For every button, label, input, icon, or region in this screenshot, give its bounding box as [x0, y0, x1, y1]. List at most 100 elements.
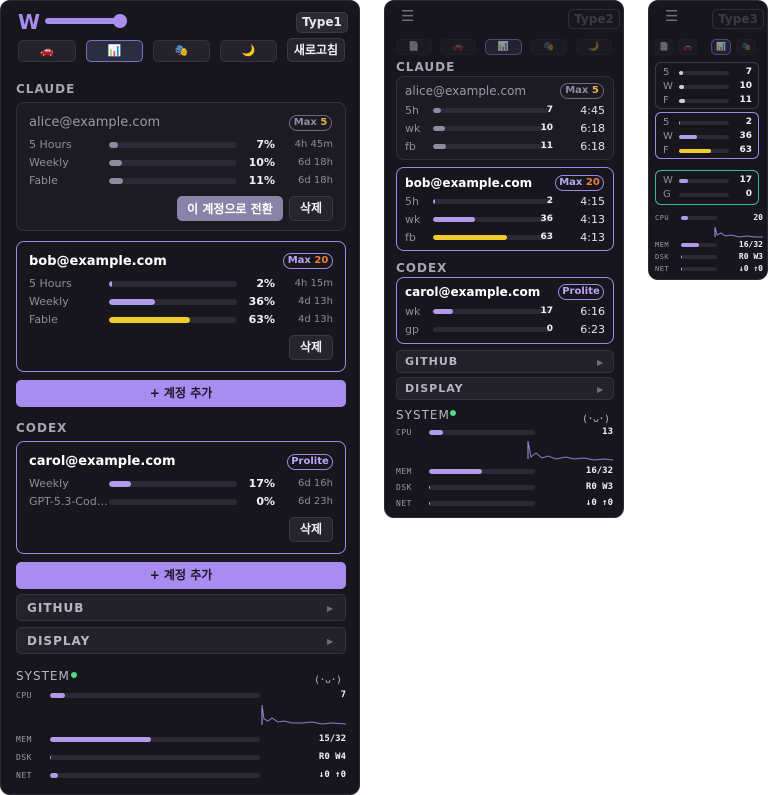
usage-label: gp: [405, 323, 419, 336]
usage-time: 4:13: [580, 213, 605, 226]
usage-bar: [109, 481, 237, 487]
usage-num: 0: [546, 324, 553, 334]
account-card-bob: bob@example.com Max 20 5h 2 4:15 wk 36 4…: [396, 167, 614, 251]
codex-section-title: CODEX: [16, 421, 68, 435]
moon-icon[interactable]: 🌙: [220, 40, 277, 62]
switch-account-button[interactable]: 이 계정으로 전환: [177, 196, 283, 221]
usage-time: 6:18: [580, 140, 605, 153]
mem-label: MEM: [16, 735, 32, 744]
usage-bar: [679, 193, 729, 197]
panel-type3: ☰ Type3 📄 🚗 📊 🎭 5 7 W 10 F 11 5 2 W 36 F…: [648, 0, 768, 280]
usage-label: W: [663, 81, 673, 92]
delete-button[interactable]: 삭제: [289, 517, 333, 542]
account-card-carol: carol@example.com Prolite Weekly 17% 6d …: [16, 441, 346, 554]
file-icon[interactable]: 📄: [655, 39, 673, 55]
usage-label: wk: [405, 305, 421, 318]
usage-label: Fable: [29, 174, 58, 187]
refresh-button[interactable]: 새로고침: [287, 38, 345, 62]
car-icon[interactable]: 🚗: [18, 40, 76, 62]
account-email: carol@example.com: [405, 285, 541, 299]
mem-value: 16/32: [585, 466, 613, 476]
usage-num: 63: [739, 145, 752, 155]
github-section-toggle[interactable]: GITHUB ▶: [16, 594, 346, 621]
net-value: ↓0 ↑0: [585, 498, 613, 508]
usage-label: 5 Hours: [29, 277, 72, 290]
usage-bar: [109, 160, 237, 166]
chart-icon[interactable]: 📊: [711, 39, 731, 55]
display-section-toggle[interactable]: DISPLAY ▶: [16, 627, 346, 654]
usage-reset: 6d 18h: [298, 175, 333, 186]
dsk-label: DSK: [655, 253, 670, 261]
account-email: bob@example.com: [405, 176, 533, 190]
delete-button[interactable]: 삭제: [289, 335, 333, 360]
add-claude-account-button[interactable]: + 계정 추가: [16, 380, 346, 407]
moon-icon[interactable]: 🌙: [576, 39, 612, 55]
plan-badge: Max 20: [283, 253, 333, 269]
dsk-label: DSK: [16, 753, 32, 762]
mem-value: 16/32: [738, 240, 763, 249]
usage-time: 4:13: [580, 231, 605, 244]
chart-icon[interactable]: 📊: [86, 40, 143, 62]
face-emoticon: (･ᴗ･): [582, 414, 611, 425]
slider-thumb[interactable]: [113, 14, 127, 28]
account-email: bob@example.com: [29, 254, 167, 269]
plan-badge: Prolite: [558, 284, 604, 300]
dsk-bar: [429, 485, 535, 490]
display-label: DISPLAY: [27, 634, 91, 648]
triangle-right-icon: ▶: [327, 604, 334, 613]
dsk-value: R0 W4: [318, 752, 346, 762]
usage-bar: [109, 142, 237, 148]
mem-bar: [429, 469, 535, 474]
mini-card-bob[interactable]: 5 2 W 36 F 63: [655, 112, 759, 159]
usage-time: 4:15: [580, 195, 605, 208]
usage-pct: 10%: [248, 156, 275, 169]
mem-label: MEM: [655, 241, 670, 249]
usage-bar: [109, 178, 237, 184]
theater-icon[interactable]: 🎭: [153, 40, 210, 62]
car-icon[interactable]: 🚗: [678, 39, 697, 55]
theater-icon[interactable]: 🎭: [531, 39, 567, 55]
delete-button[interactable]: 삭제: [289, 196, 333, 221]
dsk-bar: [681, 255, 717, 259]
usage-label: F: [663, 95, 669, 106]
usage-num: 17: [540, 306, 553, 316]
claude-section-title: CLAUDE: [16, 82, 76, 96]
net-value: ↓0 ↑0: [318, 770, 346, 780]
display-section-toggle[interactable]: DISPLAY ▶: [396, 377, 614, 400]
usage-reset: 4d 13h: [298, 314, 333, 325]
net-label: NET: [396, 499, 412, 508]
usage-pct: 2%: [256, 277, 275, 290]
usage-reset: 4d 13h: [298, 296, 333, 307]
theater-icon[interactable]: 🎭: [736, 39, 756, 55]
chart-icon[interactable]: 📊: [485, 39, 522, 55]
type-badge[interactable]: Type1: [296, 12, 348, 33]
hamburger-icon[interactable]: ☰: [665, 7, 678, 25]
github-section-toggle[interactable]: GITHUB ▶: [396, 350, 614, 373]
mini-card-alice[interactable]: 5 7 W 10 F 11: [655, 62, 759, 109]
usage-pct: 11%: [248, 174, 275, 187]
usage-time: 6:23: [580, 323, 605, 336]
usage-label: wk: [405, 122, 421, 135]
hamburger-icon[interactable]: ☰: [401, 7, 414, 25]
opacity-slider[interactable]: [45, 14, 127, 28]
usage-bar: [679, 71, 729, 75]
usage-num: 7: [745, 67, 752, 77]
plan-badge: Max 20: [555, 175, 604, 191]
car-icon[interactable]: 🚗: [440, 39, 476, 55]
add-codex-account-button[interactable]: + 계정 추가: [16, 562, 346, 589]
file-icon[interactable]: 📄: [396, 39, 432, 55]
usage-label: GPT-5.3-Cod…: [29, 495, 108, 508]
mini-card-carol[interactable]: W 17 G 0: [655, 170, 759, 205]
usage-num: 63: [540, 232, 553, 242]
mem-bar: [681, 243, 717, 247]
cpu-label: CPU: [655, 214, 670, 222]
account-email: alice@example.com: [405, 84, 527, 98]
type-badge[interactable]: Type3: [712, 9, 764, 29]
plan-badge: Prolite: [287, 454, 333, 470]
triangle-right-icon: ▶: [597, 358, 604, 367]
usage-label: 5: [663, 67, 670, 78]
usage-pct: 63%: [248, 313, 275, 326]
dsk-value: R0 W3: [738, 252, 763, 261]
type-badge[interactable]: Type2: [568, 9, 620, 29]
usage-label: 5: [663, 117, 670, 128]
